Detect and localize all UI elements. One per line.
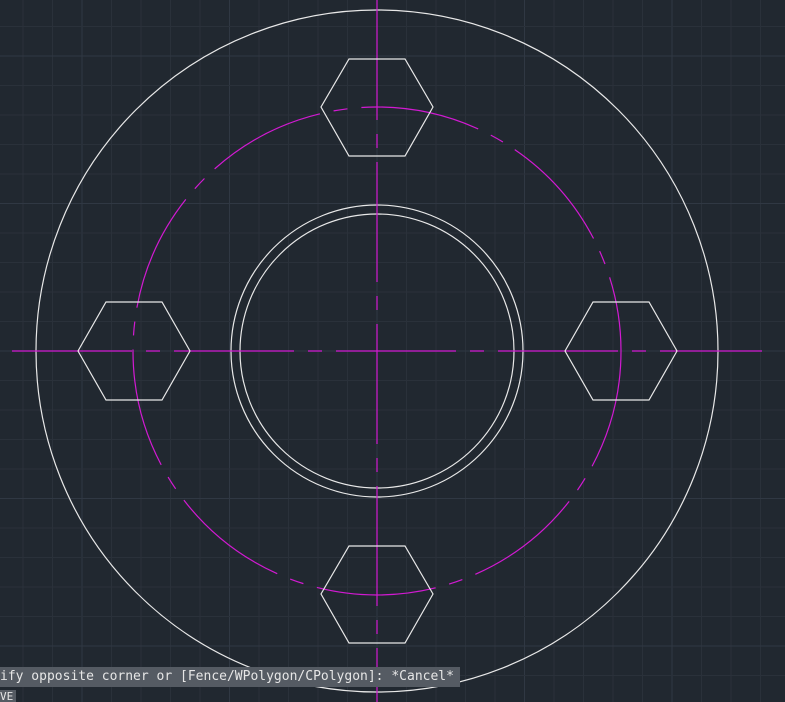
command-history-line: ify opposite corner or [Fence/WPolygon/C… bbox=[0, 667, 460, 687]
drawing-viewport[interactable]: ify opposite corner or [Fence/WPolygon/C… bbox=[0, 0, 785, 702]
command-prompt[interactable]: VE bbox=[0, 690, 17, 702]
model-space-canvas[interactable] bbox=[0, 0, 785, 702]
